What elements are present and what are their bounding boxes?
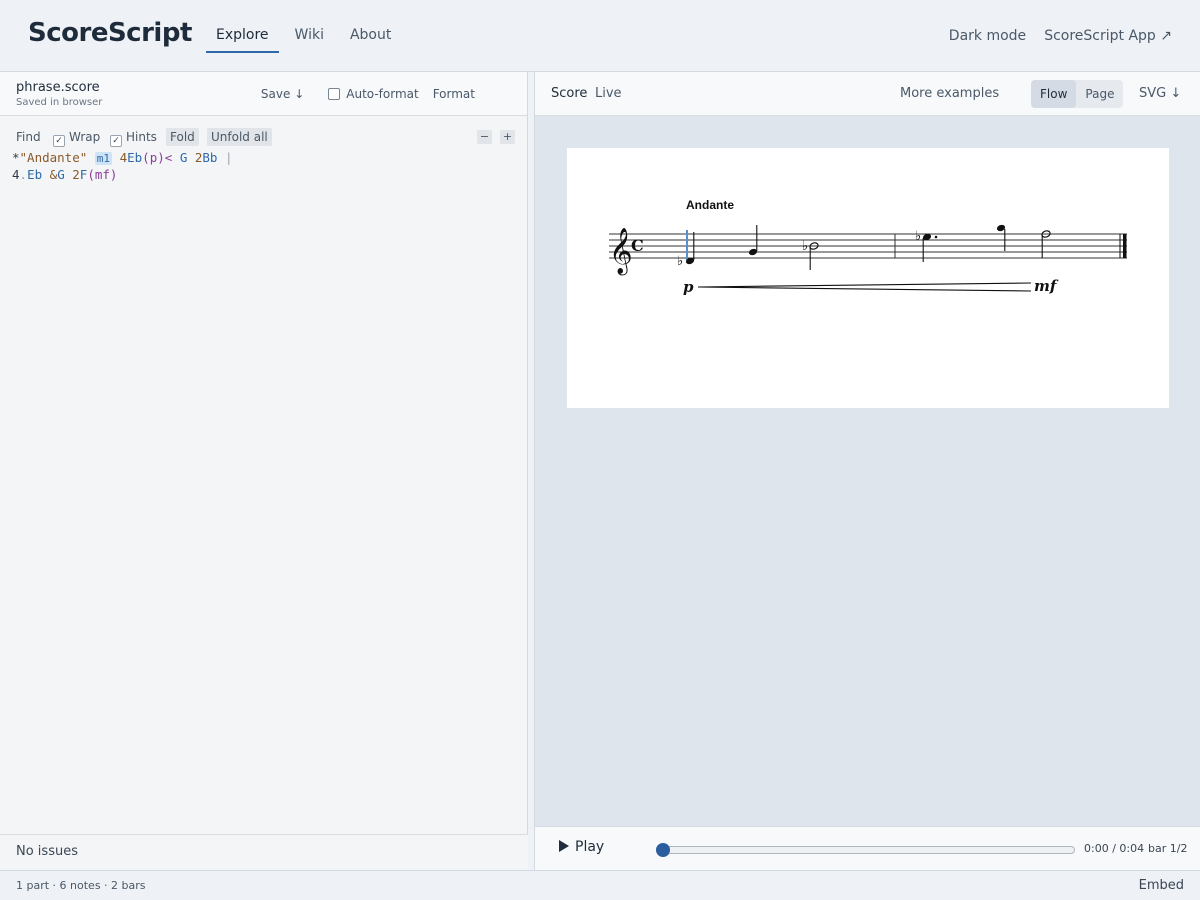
hints-label: Hints (126, 130, 157, 144)
score-notation: Andante 𝄞 C ♭ ♭ ♭ p mf (609, 198, 1127, 296)
svg-text:♭: ♭ (802, 239, 808, 254)
code-line-1: *"Andante" m1 4Eb(p)< G 2Bb | (12, 150, 233, 165)
wrap-toggle[interactable]: ✓ Wrap (53, 128, 101, 147)
score-tab[interactable]: Score (551, 86, 587, 101)
status-bar: 1 part · 6 notes · 2 bars Embed (0, 870, 1200, 900)
svg-export-button[interactable]: SVG ↓ (1139, 86, 1181, 101)
zoom-out-button[interactable]: − (477, 130, 492, 144)
score-stats: 1 part · 6 notes · 2 bars (16, 879, 146, 892)
play-button[interactable]: Play (559, 839, 604, 855)
score-paper: Andante 𝄞 C ♭ ♭ ♭ p mf (567, 148, 1169, 408)
code-token: . (19, 167, 28, 182)
flow-view-button[interactable]: Flow (1031, 80, 1077, 108)
editor-pane: phrase.score Saved in browser Save ↓ Aut… (0, 72, 528, 870)
main-nav: Explore Wiki About (206, 0, 407, 72)
unfold-all-button[interactable]: Unfold all (207, 128, 272, 146)
more-examples-link[interactable]: More examples (900, 86, 999, 101)
playback-bar: Play 0:00 / 0:04 bar 1/2 (535, 826, 1200, 870)
note-eb-quarter[interactable]: ♭ (677, 232, 695, 269)
top-header: ScoreScript Explore Wiki About Dark mode… (0, 0, 1200, 72)
dynamic-piano: p (683, 278, 694, 296)
code-token: "Andante" (19, 150, 88, 165)
page-view-button[interactable]: Page (1076, 80, 1123, 108)
check-icon: ✓ (110, 135, 122, 147)
auto-format-checkbox[interactable] (328, 88, 341, 100)
measure-hint-badge: m1 (94, 152, 113, 165)
bar-indicator: bar 1/2 (1148, 842, 1188, 855)
issues-panel: No issues (0, 834, 528, 870)
nav-about[interactable]: About (340, 0, 401, 72)
tempo-marking: Andante (686, 198, 734, 212)
check-icon: ✓ (53, 135, 65, 147)
nav-wiki[interactable]: Wiki (285, 0, 334, 72)
svg-text:♭: ♭ (915, 229, 921, 244)
auto-format-label: Auto-format (346, 87, 419, 101)
code-token: Eb (127, 150, 143, 165)
code-token: * (12, 150, 20, 165)
editor-toolbar: Find ✓ Wrap ✓ Hints Fold Unfold all − + (0, 128, 528, 147)
score-pane: Score Live More examples Flow Page SVG ↓… (534, 72, 1200, 870)
code-line-2: 4.Eb &G 2F(mf) (12, 167, 117, 182)
note-g-quarter[interactable] (748, 225, 758, 256)
fold-button[interactable]: Fold (166, 128, 199, 146)
code-token: 2 (72, 167, 80, 182)
play-icon (559, 840, 569, 852)
dynamic-mezzo-forte: mf (1034, 277, 1059, 295)
find-button[interactable]: Find (16, 128, 41, 146)
file-status: Saved in browser (16, 97, 103, 108)
dark-mode-toggle[interactable]: Dark mode (949, 28, 1026, 44)
code-token: Bb (202, 150, 218, 165)
format-button[interactable]: Format (433, 87, 475, 101)
playback-slider-thumb[interactable] (656, 843, 670, 857)
playback-slider[interactable] (656, 843, 1075, 857)
code-token: G (179, 150, 188, 165)
note-g-eighth[interactable] (996, 224, 1006, 251)
app-link[interactable]: ScoreScript App ↗ (1044, 28, 1172, 44)
svg-text:♭: ♭ (677, 254, 683, 269)
code-token: (mf) (87, 167, 118, 182)
playback-time: 0:00 / 0:04 (1084, 842, 1145, 855)
common-time-icon: C (631, 236, 644, 255)
hints-toggle[interactable]: ✓ Hints (110, 128, 157, 147)
code-editor[interactable]: *"Andante" m1 4Eb(p)< G 2Bb | 4.Eb &G 2F… (12, 150, 233, 183)
code-token: G (57, 167, 65, 182)
zoom-in-button[interactable]: + (500, 130, 515, 144)
play-label: Play (575, 839, 605, 855)
view-mode-toggle: Flow Page (1031, 80, 1124, 108)
code-token: 4 (12, 167, 20, 182)
file-name: phrase.score (16, 80, 100, 95)
file-actions: Save ↓ Auto-format Format (261, 72, 475, 116)
live-tab[interactable]: Live (595, 86, 622, 101)
treble-clef-icon: 𝄞 (609, 228, 633, 276)
crescendo-hairpin (697, 282, 1032, 292)
code-token: | (225, 150, 233, 165)
auto-format-toggle[interactable]: Auto-format (328, 87, 419, 101)
file-header: phrase.score Saved in browser Save ↓ Aut… (0, 72, 527, 116)
note-bb-half[interactable]: ♭ (802, 239, 819, 270)
score-header: Score Live More examples Flow Page SVG ↓ (535, 72, 1200, 116)
wrap-label: Wrap (69, 130, 101, 144)
code-token: (p)< (142, 150, 173, 165)
brand-logo[interactable]: ScoreScript (28, 18, 192, 48)
header-actions: Dark mode ScoreScript App ↗ (949, 0, 1172, 72)
nav-explore[interactable]: Explore (206, 0, 279, 72)
code-token: 4 (119, 150, 128, 165)
code-token: Eb (27, 167, 43, 182)
embed-button[interactable]: Embed (1139, 878, 1184, 893)
save-button[interactable]: Save ↓ (261, 87, 304, 101)
